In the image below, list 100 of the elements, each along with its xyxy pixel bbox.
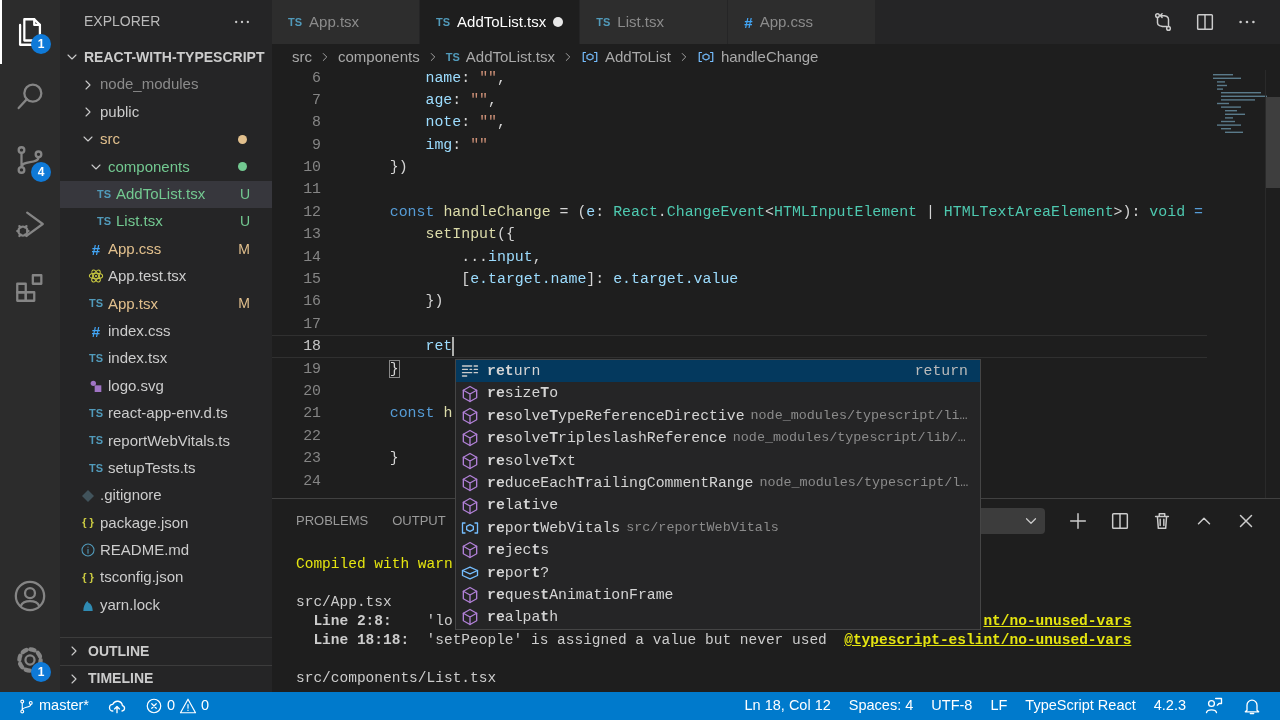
folder-item[interactable]: components (60, 153, 272, 181)
warning-icon (179, 697, 198, 715)
suggestion-item[interactable]: resolveTripleslashReference node_modules/typescript/lib/… (456, 427, 980, 450)
file-item[interactable]: yarn.lock (60, 591, 272, 619)
suggestion-item[interactable]: realpath (456, 606, 980, 629)
suggestion-item[interactable]: reduceEachTrailingCommentRange node_modules/typescript/l… (456, 471, 980, 495)
code-line: note: "", (424, 113, 506, 133)
code-line: [e.target.name]: e.target.value (460, 270, 739, 290)
suggestion-detail: node_modules/typescript/li… (750, 406, 968, 425)
suggestion-item[interactable]: resizeTo (456, 382, 980, 405)
unsaved-dot (553, 17, 564, 27)
breadcrumb-item[interactable]: AddToList (605, 45, 671, 69)
file-item[interactable]: App.test.tsx (60, 262, 272, 291)
ts-file-icon: TS (445, 51, 460, 63)
rule-link[interactable]: nt/no-unused-vars (983, 612, 1132, 631)
section-header[interactable]: OUTLINE (60, 637, 272, 665)
file-item[interactable]: TS index.tsx (60, 344, 272, 373)
error-count: 0 (166, 696, 176, 716)
status-item[interactable]: Spaces: 4 (848, 695, 914, 717)
line-number: 21 (302, 404, 322, 424)
code-line: }) (388, 158, 408, 178)
file-item[interactable]: TS react-app-env.d.ts (60, 399, 272, 428)
file-item[interactable]: .gitignore (60, 481, 272, 510)
folder-item[interactable]: src (60, 125, 272, 154)
breadcrumb-item[interactable]: components (338, 45, 420, 69)
warning-count: 0 (201, 696, 210, 716)
editor-tab[interactable]: # App.css (728, 0, 877, 44)
compare-icon[interactable] (1152, 11, 1174, 33)
file-item[interactable]: TS setupTests.ts (60, 454, 272, 482)
rule-link[interactable]: @typescript-eslint/no-unused-vars (844, 631, 1132, 650)
diamond-icon (80, 487, 96, 504)
file-item[interactable]: # index.css (60, 317, 272, 345)
breadcrumb-item[interactable]: AddToList.tsx (465, 45, 555, 69)
git-status-letter: M (238, 294, 250, 314)
line-number: 6 (311, 70, 322, 88)
cube-icon (460, 405, 480, 426)
text-cursor (452, 336, 455, 356)
suggestion-item[interactable]: requestAnimationFrame (456, 583, 980, 607)
git-status-letter: U (239, 184, 250, 204)
terminal-text: Line 18:18: 'setPeople' is assigned a value but never used (312, 631, 827, 650)
terminal-text: src/App.tsx (296, 593, 392, 612)
feedback-icon[interactable] (1204, 696, 1224, 716)
terminal-text: Line 2:8: 'lo (312, 612, 453, 631)
line-number: 7 (311, 90, 322, 110)
cube-icon (460, 607, 480, 628)
editor-tab[interactable]: TS List.tsx (580, 0, 729, 44)
suggestion-item[interactable]: relative (456, 494, 980, 517)
status-item[interactable]: TypeScript React (1025, 695, 1136, 717)
file-item[interactable]: { } package.json (60, 509, 272, 537)
cube-icon (460, 495, 480, 516)
editor-tab[interactable]: TS App.tsx (272, 0, 420, 44)
css-file-icon: # (744, 14, 753, 30)
suggestion-detail: return (914, 362, 969, 382)
suggestion-detail: src/reportWebVitals (626, 518, 779, 537)
breadcrumb-item[interactable]: handleChange (720, 45, 819, 69)
file-item[interactable]: # App.css M (60, 235, 272, 263)
branch-indicator[interactable]: master* (18, 695, 89, 717)
panel-tab[interactable]: PROBLEMS (296, 511, 369, 531)
ts-file-icon: TS (96, 216, 112, 228)
file-item[interactable]: TS reportWebVitals.ts (60, 427, 272, 455)
file-item[interactable]: { } tsconfig.json (60, 564, 272, 592)
count-badge: 1 (31, 34, 51, 54)
code-line: const handleChange = (e: React.ChangeEvent<HTMLInputElement | HTMLTextAreaElement>): void = (388, 202, 1203, 222)
css-file-icon: # (91, 241, 101, 257)
activity-tab[interactable]: 4 (0, 128, 60, 192)
file-item[interactable]: TS AddToList.tsx U (60, 180, 272, 208)
problems-indicator[interactable]: 0 0 (144, 695, 210, 717)
split-editor-icon[interactable] (1194, 11, 1216, 33)
file-item[interactable]: TS App.tsx M (60, 290, 272, 318)
scrollbar-thumb[interactable] (1266, 97, 1280, 188)
sidebar-title: EXPLORER (84, 12, 161, 31)
file-item[interactable]: TS List.tsx U (60, 207, 272, 236)
split-terminal-icon[interactable] (1109, 510, 1131, 532)
file-item[interactable]: logo.svg (60, 372, 272, 400)
suggestion-item[interactable]: report? (456, 561, 980, 584)
suggestion-item[interactable]: resolveTxt (456, 449, 980, 472)
suggestion-detail: node_modules/typescript/lib/… (732, 429, 966, 448)
plus-icon[interactable] (1067, 510, 1089, 532)
suggestion-item[interactable]: resolveTypeReferenceDirective node_modules/typescript/li… (456, 404, 980, 428)
panel-tab[interactable]: OUTPUT (392, 511, 446, 531)
breadcrumb-item[interactable]: src (292, 45, 312, 69)
activity-tab[interactable]: 1 (0, 628, 60, 692)
folder-item[interactable]: public (60, 98, 272, 126)
status-item[interactable]: LF (990, 695, 1008, 717)
line-number: 16 (302, 292, 322, 312)
folder-item[interactable]: REACT-WITH-TYPESCRIPT (60, 43, 272, 71)
shapes-icon (88, 378, 104, 394)
ts-file-icon: TS (88, 462, 104, 474)
file-item[interactable]: README.md (60, 536, 272, 565)
editor-tab[interactable]: TS AddToList.tsx (420, 0, 581, 44)
status-item[interactable]: Ln 18, Col 12 (744, 695, 831, 717)
json-file-icon: { } (82, 517, 94, 529)
suggestion-item[interactable]: reportWebVitals src/reportWebVitals (456, 516, 980, 540)
suggestion-item[interactable]: rejects (456, 539, 980, 562)
folder-item[interactable]: node_modules (60, 71, 272, 99)
status-item[interactable]: 4.2.3 (1153, 695, 1186, 717)
code-line: age: "", (424, 90, 497, 110)
status-item[interactable]: UTF-8 (931, 695, 973, 717)
line-number: 18 (302, 337, 322, 357)
suggestion-item[interactable]: return return (456, 360, 980, 383)
